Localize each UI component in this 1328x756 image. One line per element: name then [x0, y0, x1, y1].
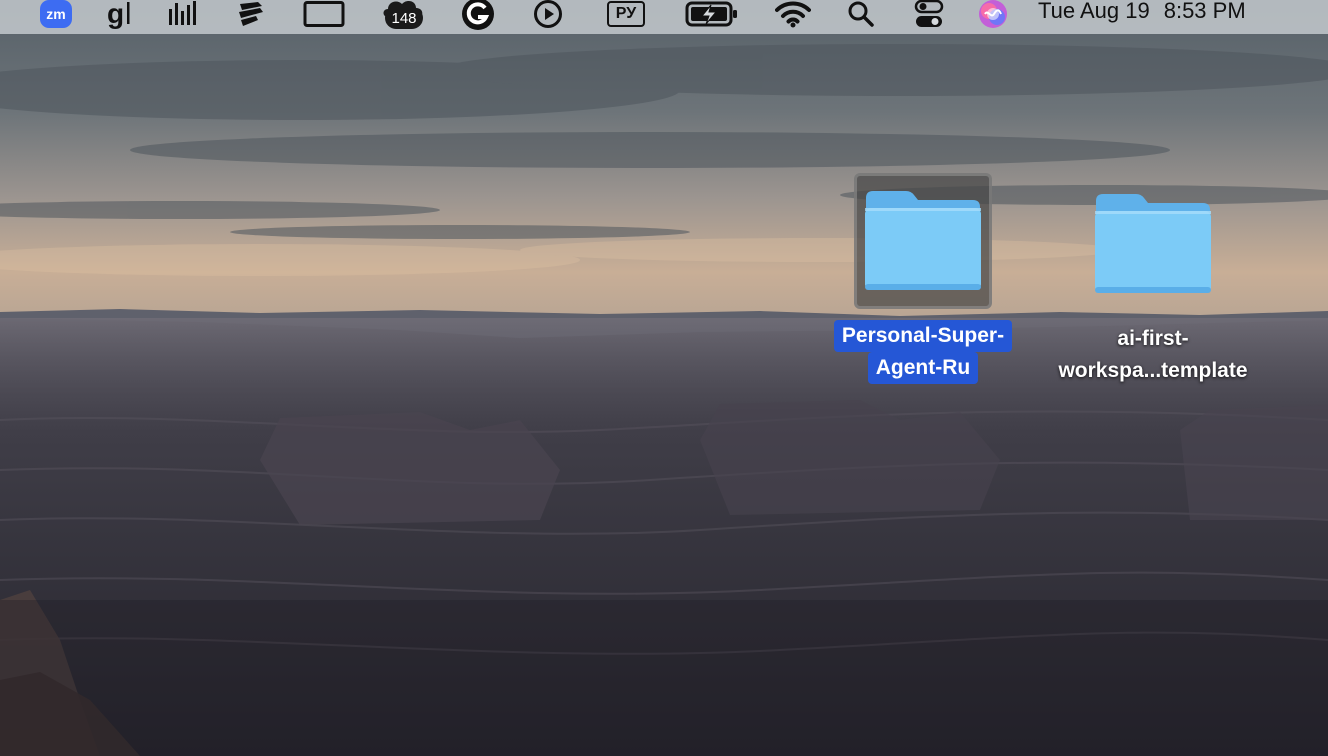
folder-icon: [1095, 194, 1211, 293]
svg-text:g: g: [107, 0, 124, 29]
play-circle-icon[interactable]: [530, 0, 566, 34]
folder-icon-container[interactable]: [1084, 176, 1222, 312]
siri-icon[interactable]: [976, 0, 1010, 34]
folder-selection-highlight[interactable]: [854, 173, 992, 309]
zoom-badge-label: zm: [40, 0, 72, 28]
desktop[interactable]: zm g 148 РУ Tue Aug 19 8:53 PM Personal-…: [0, 0, 1328, 756]
window-rect-icon[interactable]: [302, 0, 346, 34]
folder-label[interactable]: Personal-Super- Agent-Ru: [833, 320, 1013, 384]
audio-levels-icon[interactable]: [166, 0, 200, 34]
folder-label-line-1: ai-first-: [1117, 327, 1189, 350]
folder-label-line-2: Agent-Ru: [867, 352, 979, 384]
zoom-icon[interactable]: zm: [39, 0, 73, 34]
menu-bar-clock[interactable]: Tue Aug 19 8:53 PM: [1038, 0, 1328, 34]
desktop-folder-ai-first-workspace-template[interactable]: ai-first- workspa...template: [1038, 176, 1268, 387]
folder-label-line-2: workspa...template: [1058, 359, 1248, 382]
input-source-icon[interactable]: РУ: [604, 0, 648, 34]
folder-icon: [865, 191, 981, 290]
battery-charging-icon[interactable]: [684, 0, 740, 34]
notes-app-icon[interactable]: [234, 0, 268, 34]
menu-bar: zm g 148 РУ Tue Aug 19 8:53 PM: [0, 0, 1328, 34]
control-center-icon[interactable]: [912, 0, 946, 34]
folder-label-line-1: Personal-Super-: [833, 320, 1013, 352]
clock-date: Tue Aug 19: [1038, 0, 1150, 23]
clock-time: 8:53 PM: [1163, 0, 1246, 23]
wifi-icon[interactable]: [774, 0, 812, 34]
grammarly-g-icon[interactable]: g: [104, 0, 134, 34]
folder-label[interactable]: ai-first- workspa...template: [1058, 323, 1247, 387]
grammarly-icon[interactable]: [458, 0, 498, 34]
spotlight-search-icon[interactable]: [846, 0, 876, 34]
notification-count-badge: 148: [385, 7, 423, 29]
input-source-label: РУ: [607, 1, 645, 27]
desktop-folder-personal-super-agent-ru[interactable]: Personal-Super- Agent-Ru: [808, 173, 1038, 384]
